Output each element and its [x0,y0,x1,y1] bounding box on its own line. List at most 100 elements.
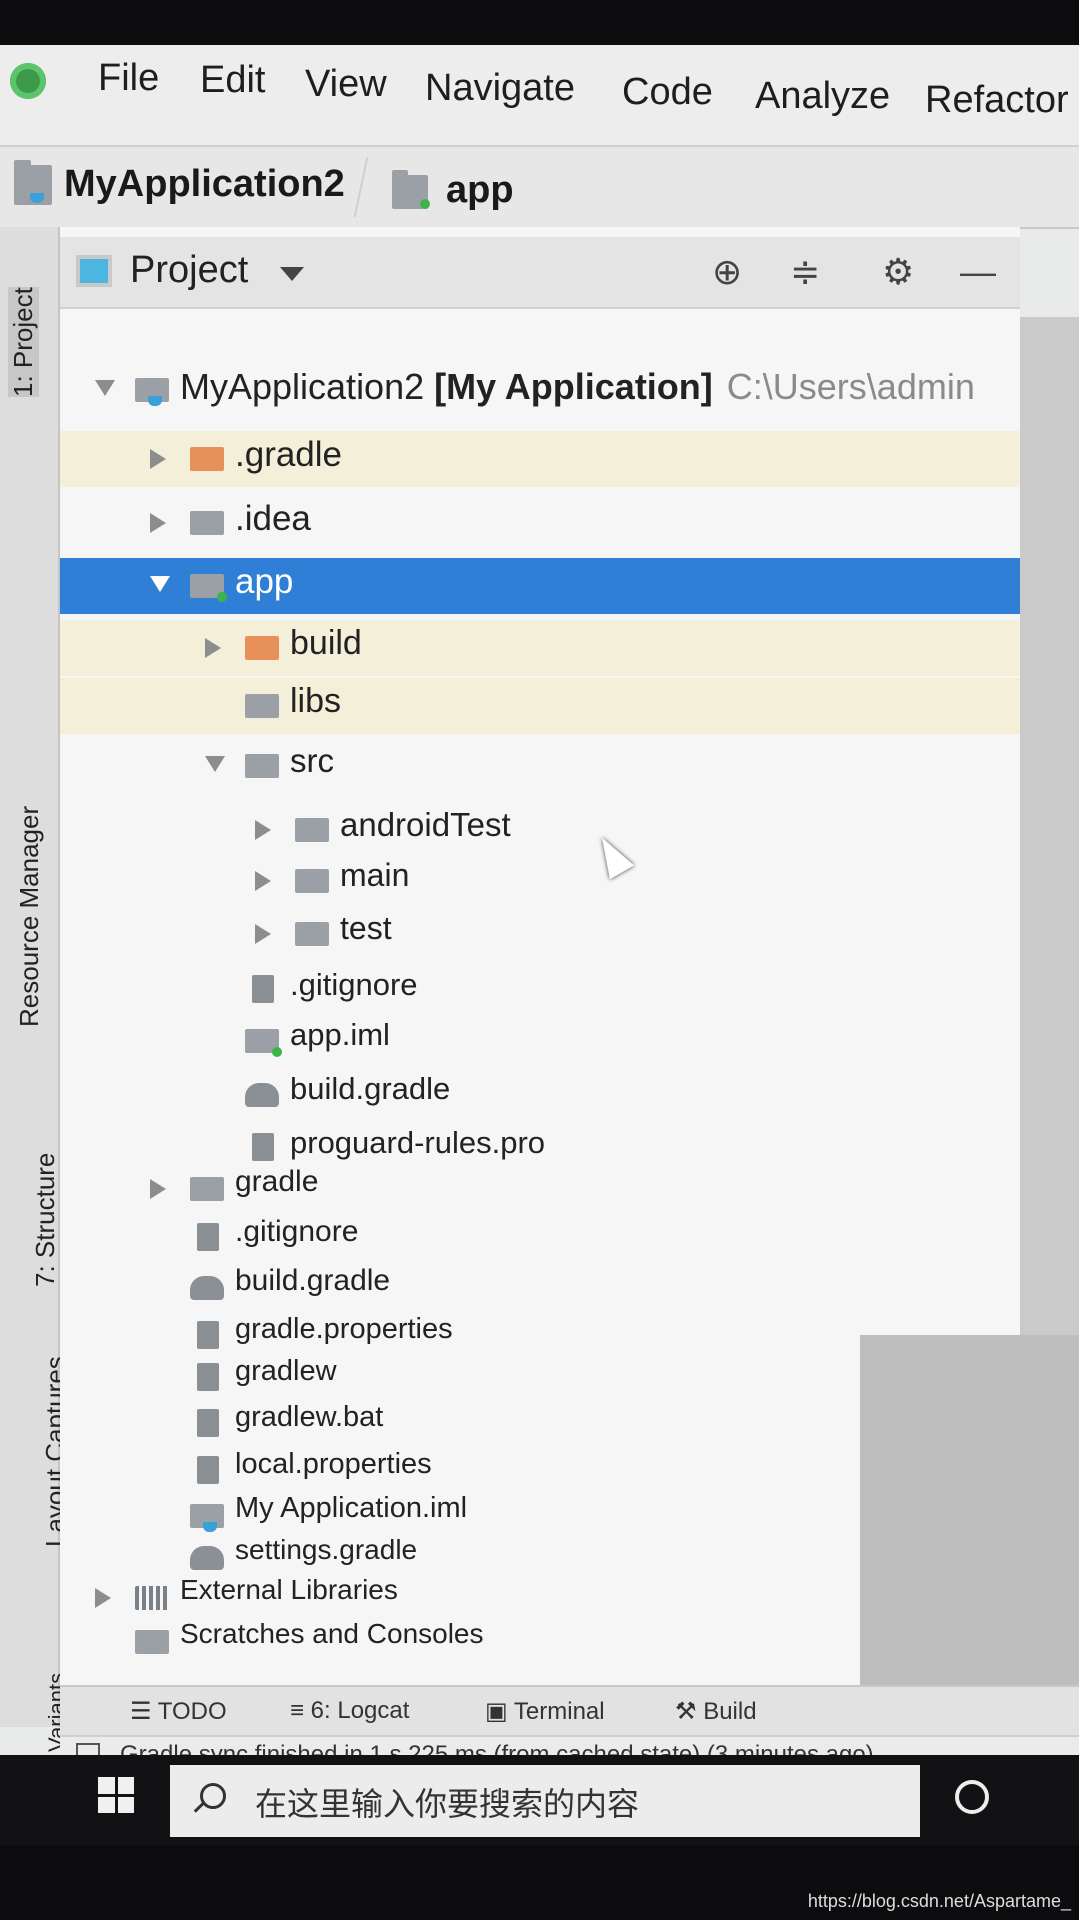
tree-item-label: Scratches and Consoles [180,1618,484,1649]
module-name: [My Application] [434,366,713,407]
collapsed-arrow-icon[interactable] [255,924,271,944]
logcat-tab[interactable]: ≡ 6: Logcat [290,1697,409,1725]
tree-item-label: proguard-rules.pro [290,1125,546,1160]
terminal-label: Terminal [513,1698,605,1725]
terminal-file-icon [197,1363,219,1391]
collapsed-arrow-icon[interactable] [205,638,221,658]
folder-icon [190,1177,224,1201]
tree-item-label: test [340,910,392,946]
tree-item[interactable]: gradle [60,1161,1020,1217]
taskbar-search-box[interactable]: 在这里输入你要搜索的内容 [170,1765,920,1837]
build-tab[interactable]: ⚒ Build [675,1697,757,1726]
minimize-icon[interactable]: — [960,251,996,293]
todo-label: TODO [157,1698,227,1725]
collapsed-arrow-icon[interactable] [150,449,166,469]
folder-icon [295,818,329,842]
menu-file[interactable]: File [98,57,159,100]
tree-item[interactable]: app [60,558,1020,614]
scratches-icon [135,1630,169,1654]
locate-icon[interactable]: ⊕ [712,251,742,293]
collapsed-arrow-icon[interactable] [150,513,166,533]
collapse-icon[interactable]: ≑ [790,251,820,293]
tree-item[interactable]: build.gradle [60,1260,1020,1316]
collapsed-arrow-icon[interactable] [150,1179,166,1199]
bottom-tool-tabs: ☰ TODO ≡ 6: Logcat ▣ Terminal ⚒ Build [60,1685,1079,1737]
collapsed-arrow-icon[interactable] [255,820,271,840]
module-dot-icon [217,592,227,602]
tree-item[interactable]: .gitignore [60,1211,1020,1267]
text-file-icon [252,1133,274,1161]
project-view-icon [76,255,112,287]
tree-item[interactable]: app.iml [60,1013,1020,1069]
folder-icon [245,694,279,718]
folder-icon [190,511,224,535]
ignore-file-icon [252,975,274,1003]
tree-item-label: androidTest [340,806,511,843]
tree-item-label: .gradle [235,435,343,474]
menu-edit[interactable]: Edit [200,59,265,102]
watermark: https://blog.csdn.net/Aspartame_ [807,1891,1071,1911]
properties-icon [197,1456,219,1484]
project-panel-header: Project ⊕ ≑ ⚙ — [60,237,1020,309]
menu-navigate[interactable]: Navigate [425,67,575,110]
menu-view[interactable]: View [305,63,387,106]
tree-item-label: gradlew.bat [235,1401,384,1433]
tree-item-label: build.gradle [235,1264,391,1297]
collapsed-arrow-icon[interactable] [255,871,271,891]
menu-code[interactable]: Code [622,71,713,114]
tree-item[interactable]: main [60,853,1020,909]
gradle-icon [190,1276,224,1300]
tree-item[interactable]: androidTest [60,802,1020,858]
gradle-icon [190,1546,224,1570]
tree-item-label: MyApplication2 [180,366,425,407]
tree-item-label: src [290,742,334,779]
cortana-icon[interactable] [955,1780,989,1814]
tree-item[interactable]: .gitignore [60,963,1020,1019]
text-file-icon [197,1409,219,1437]
tree-item-label: libs [290,682,342,720]
tree-item-label: local.properties [235,1448,432,1480]
todo-tab[interactable]: ☰ TODO [130,1697,227,1726]
chevron-down-icon[interactable] [280,267,304,281]
tree-item[interactable]: test [60,906,1020,962]
tree-item[interactable]: .idea [60,495,1020,551]
tree-item-label: gradle [235,1165,319,1198]
menu-analyze[interactable]: Analyze [755,75,890,118]
logcat-label: 6: Logcat [310,1697,410,1724]
module-dot-icon [272,1047,282,1057]
breadcrumb-project[interactable]: MyApplication2 [64,163,345,206]
folder-orange-icon [245,636,279,660]
project-view-selector[interactable]: Project [130,249,248,292]
tree-item[interactable]: build.gradle [60,1067,1020,1123]
breadcrumb: MyApplication2 app [0,147,1079,229]
folder-icon [295,922,329,946]
tree-item-label: .idea [235,499,311,538]
tree-item[interactable]: src [60,738,1020,794]
tree-item[interactable]: libs [60,678,1020,734]
editor-area-lower [860,1335,1079,1735]
tree-item[interactable]: MyApplication2 [My Application] C:\Users\a… [60,362,1020,418]
android-cup-icon [148,396,162,406]
folder-orange-icon [190,447,224,471]
folder-icon [295,869,329,893]
tree-item-label: .gitignore [235,1215,359,1248]
tool-tab-project[interactable]: 1: Project [8,287,39,397]
expanded-arrow-icon[interactable] [95,380,115,396]
tree-item[interactable]: build [60,620,1020,676]
windows-start-icon[interactable] [98,1777,134,1813]
menu-refactor[interactable]: Refactor [925,79,1069,122]
tool-tab-structure[interactable]: 7: Structure [30,1153,61,1287]
terminal-tab[interactable]: ▣ Terminal [485,1697,605,1726]
ide-window: File Edit View Navigate Code Analyze Ref… [0,45,1079,1807]
build-label: Build [703,1698,757,1725]
tree-item-label: app [235,562,294,601]
breadcrumb-module[interactable]: app [446,169,514,212]
tree-item[interactable]: .gradle [60,431,1020,487]
expanded-arrow-icon[interactable] [150,576,170,592]
expanded-arrow-icon[interactable] [205,756,225,772]
libraries-icon [135,1586,169,1610]
tree-item-label: .gitignore [290,967,418,1002]
collapsed-arrow-icon[interactable] [95,1588,111,1608]
tool-tab-resource-manager[interactable]: Resource Manager [14,806,45,1027]
gear-icon[interactable]: ⚙ [882,251,914,293]
